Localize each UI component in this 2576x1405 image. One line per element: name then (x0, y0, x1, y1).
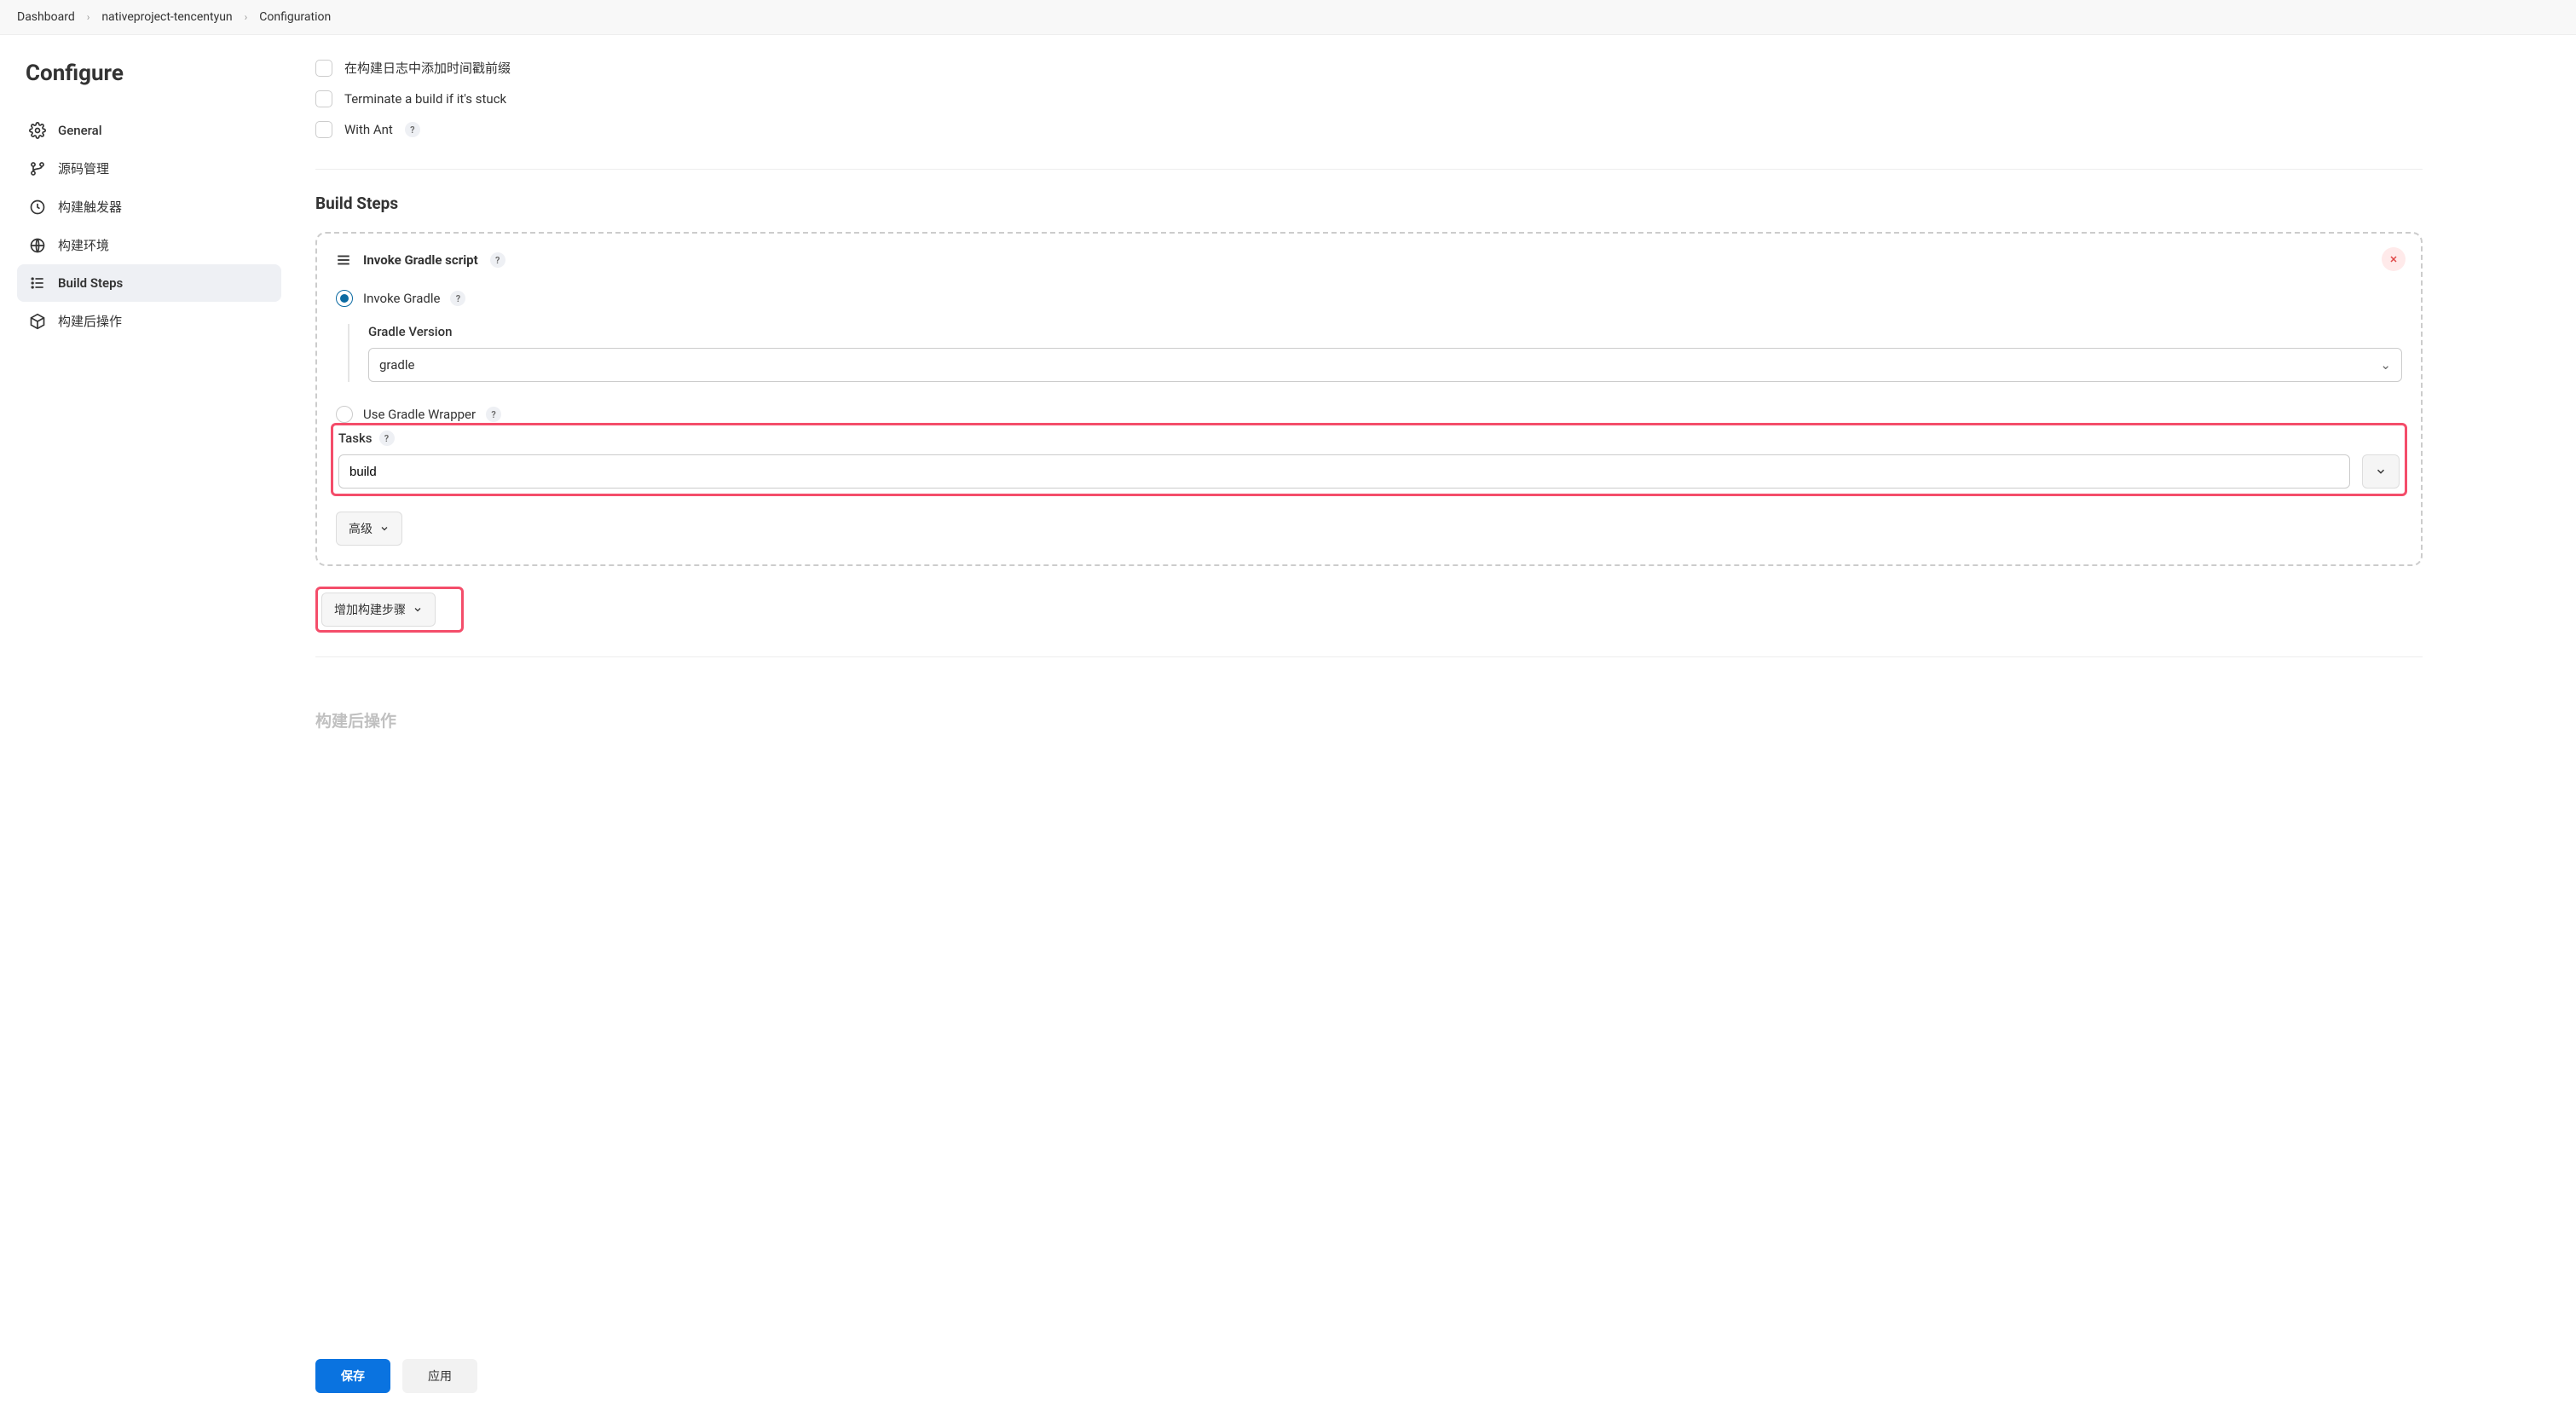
breadcrumb: Dashboard › nativeproject-tencentyun › C… (0, 0, 2576, 35)
branch-icon (29, 160, 46, 177)
list-icon (29, 275, 46, 292)
sidebar-item-label: 构建环境 (58, 236, 109, 254)
help-icon[interactable]: ? (405, 122, 420, 137)
chevron-down-icon (413, 604, 423, 615)
build-step-card: Invoke Gradle script ? Invoke Gradle ? G… (315, 232, 2423, 566)
tasks-label: Tasks ? (338, 431, 2400, 446)
radio-invoke-gradle[interactable]: Invoke Gradle ? (336, 285, 2402, 312)
checkbox-label: 在构建日志中添加时间戳前缀 (344, 59, 511, 77)
sidebar-item-label: 源码管理 (58, 159, 109, 177)
env-option-with-ant[interactable]: With Ant ? (315, 114, 2423, 145)
radio[interactable] (336, 406, 353, 423)
breadcrumb-item[interactable]: Dashboard (17, 10, 75, 24)
radio[interactable] (336, 290, 353, 307)
divider (315, 656, 2423, 657)
breadcrumb-item[interactable]: Configuration (259, 10, 331, 24)
chevron-right-icon: › (87, 11, 90, 23)
sidebar: Configure General 源码管理 构建触发器 构建环境 (0, 35, 298, 834)
select-value: gradle (379, 357, 414, 373)
clock-icon (29, 199, 46, 216)
sidebar-item-build-steps[interactable]: Build Steps (17, 264, 281, 302)
chevron-down-icon (379, 523, 390, 534)
step-title: Invoke Gradle script (363, 252, 478, 268)
remove-step-button[interactable] (2382, 247, 2406, 271)
gear-icon (29, 122, 46, 139)
checkbox[interactable] (315, 121, 332, 138)
globe-icon (29, 237, 46, 254)
save-button[interactable]: 保存 (315, 1359, 390, 1393)
sidebar-item-scm[interactable]: 源码管理 (17, 149, 281, 188)
help-icon[interactable]: ? (486, 407, 501, 422)
checkbox[interactable] (315, 90, 332, 107)
checkbox-label: With Ant (344, 122, 393, 137)
tasks-input[interactable] (338, 454, 2350, 489)
sidebar-item-environment[interactable]: 构建环境 (17, 226, 281, 264)
footer-actions: 保存 应用 (315, 1347, 2576, 1405)
chevron-right-icon: › (245, 11, 248, 23)
sidebar-item-post-build[interactable]: 构建后操作 (17, 302, 281, 340)
drag-handle-icon[interactable] (336, 254, 351, 266)
env-option-terminate[interactable]: Terminate a build if it's stuck (315, 84, 2423, 114)
build-steps-heading: Build Steps (315, 194, 2423, 213)
tasks-expand-button[interactable] (2362, 454, 2400, 489)
main-content: 在构建日志中添加时间戳前缀 Terminate a build if it's … (298, 35, 2576, 834)
radio-label: Use Gradle Wrapper (363, 407, 476, 422)
checkbox[interactable] (315, 60, 332, 77)
add-step-highlight: 增加构建步骤 (315, 587, 464, 633)
divider (315, 169, 2423, 170)
add-build-step-button[interactable]: 增加构建步骤 (321, 593, 436, 627)
sidebar-item-label: 构建触发器 (58, 198, 122, 216)
sidebar-item-label: 构建后操作 (58, 312, 122, 330)
env-option-timestamp[interactable]: 在构建日志中添加时间戳前缀 (315, 52, 2423, 84)
chevron-down-icon: ⌄ (2380, 357, 2391, 373)
sidebar-item-triggers[interactable]: 构建触发器 (17, 188, 281, 226)
advanced-button[interactable]: 高级 (336, 512, 402, 546)
help-icon[interactable]: ? (450, 291, 465, 306)
apply-button[interactable]: 应用 (402, 1359, 477, 1393)
tasks-highlight: Tasks ? (331, 423, 2407, 496)
help-icon[interactable]: ? (490, 252, 505, 268)
cube-icon (29, 313, 46, 330)
checkbox-label: Terminate a build if it's stuck (344, 91, 506, 107)
gradle-version-select[interactable]: gradle ⌄ (368, 348, 2402, 382)
help-icon[interactable]: ? (379, 431, 395, 446)
sidebar-item-general[interactable]: General (17, 112, 281, 149)
gradle-version-label: Gradle Version (368, 324, 2402, 339)
breadcrumb-item[interactable]: nativeproject-tencentyun (101, 10, 232, 24)
sidebar-item-label: Build Steps (58, 275, 123, 291)
page-title: Configure (17, 61, 281, 86)
radio-label: Invoke Gradle (363, 291, 440, 306)
post-build-heading: 构建后操作 (315, 708, 2423, 731)
sidebar-item-label: General (58, 123, 102, 138)
